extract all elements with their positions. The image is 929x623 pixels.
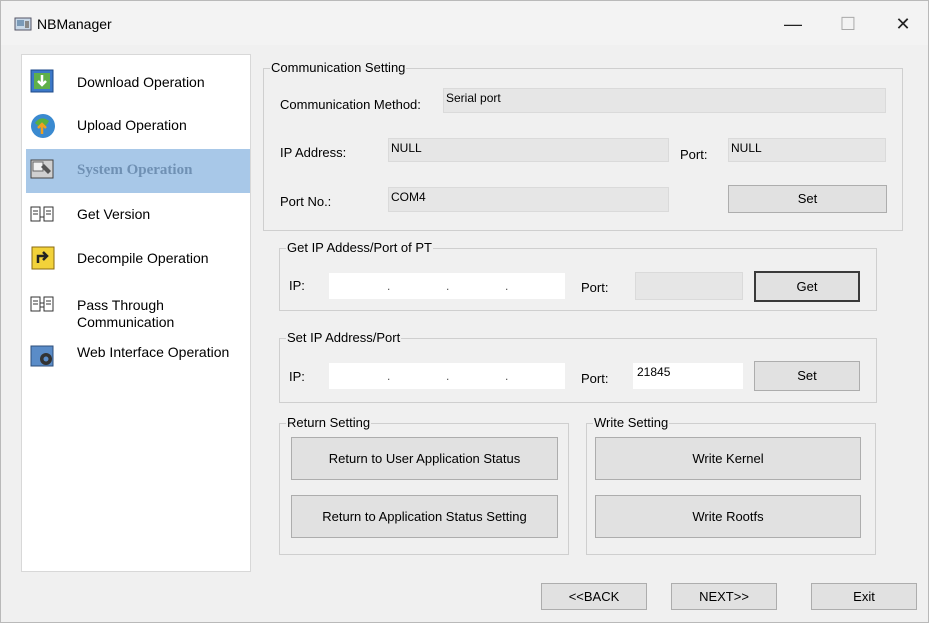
operation-sidebar: Download Operation Upload Operation Syst… (21, 54, 251, 572)
set-port-label: Port: (581, 371, 609, 386)
system-icon (30, 159, 54, 179)
back-button[interactable]: <<BACK (541, 583, 647, 610)
sidebar-item-label: Web Interface Operation (77, 344, 230, 360)
set-ip-label: IP: (289, 369, 305, 384)
pass-through-icon (30, 296, 54, 312)
write-kernel-button[interactable]: Write Kernel (595, 437, 861, 480)
port-no-label: Port No.: (280, 194, 332, 209)
get-port-label: Port: (581, 280, 609, 295)
set-port-input[interactable]: 21845 (633, 363, 743, 389)
exit-button[interactable]: Exit (811, 583, 917, 610)
get-ip-input[interactable]: . . . (329, 273, 565, 299)
window-title: NBManager (37, 16, 112, 32)
app-icon (14, 17, 32, 31)
communication-method-field: Serial port (443, 88, 886, 113)
get-version-icon (30, 206, 54, 222)
sidebar-item-system[interactable]: System Operation (26, 149, 250, 193)
return-user-app-button[interactable]: Return to User Application Status (291, 437, 558, 480)
sidebar-item-get-version[interactable]: Get Version (26, 193, 250, 237)
communication-method-label: Communication Method: (280, 97, 421, 112)
port-field: NULL (728, 138, 886, 162)
download-icon (30, 69, 54, 93)
upload-icon (31, 114, 55, 138)
sidebar-item-download[interactable]: Download Operation (26, 61, 250, 105)
title-bar: NBManager — ☐ ✕ (1, 1, 928, 45)
sidebar-item-upload[interactable]: Upload Operation (26, 105, 250, 149)
sidebar-item-decompile[interactable]: Decompile Operation (26, 237, 250, 281)
sidebar-item-label: Pass Through Communication (77, 297, 175, 330)
decompile-icon (31, 246, 55, 270)
group-legend: Write Setting (594, 415, 669, 430)
sidebar-item-web-interface[interactable]: Web Interface Operation (26, 335, 250, 379)
sidebar-item-label: Get Version (77, 206, 151, 222)
ip-address-label: IP Address: (280, 145, 347, 160)
group-legend: Get IP Addess/Port of PT (287, 240, 432, 255)
group-legend: Set IP Address/Port (287, 330, 401, 345)
minimize-button[interactable]: — (771, 9, 815, 39)
port-label: Port: (680, 147, 708, 162)
return-app-status-button[interactable]: Return to Application Status Setting (291, 495, 558, 538)
ip-address-field: NULL (388, 138, 669, 162)
sidebar-item-label: Upload Operation (77, 117, 187, 133)
sidebar-item-label: Download Operation (77, 74, 205, 90)
get-button[interactable]: Get (754, 271, 860, 302)
set-ip-set-button[interactable]: Set (754, 361, 860, 391)
set-ip-input[interactable]: . . . (329, 363, 565, 389)
comm-set-button[interactable]: Set (728, 185, 887, 213)
web-interface-icon (30, 345, 54, 367)
sidebar-item-label: System Operation (77, 162, 193, 178)
port-no-field: COM4 (388, 187, 669, 212)
nbmanager-window: NBManager — ☐ ✕ Download Operation Uploa… (0, 0, 929, 623)
maximize-button[interactable]: ☐ (826, 9, 870, 39)
write-rootfs-button[interactable]: Write Rootfs (595, 495, 861, 538)
group-legend: Return Setting (287, 415, 371, 430)
group-legend: Communication Setting (271, 60, 406, 75)
sidebar-item-label: Decompile Operation (77, 250, 209, 266)
get-port-field (635, 272, 743, 300)
close-button[interactable]: ✕ (881, 9, 925, 39)
sidebar-item-pass-through[interactable]: Pass Through Communication (26, 283, 250, 331)
get-ip-label: IP: (289, 278, 305, 293)
next-button[interactable]: NEXT>> (671, 583, 777, 610)
